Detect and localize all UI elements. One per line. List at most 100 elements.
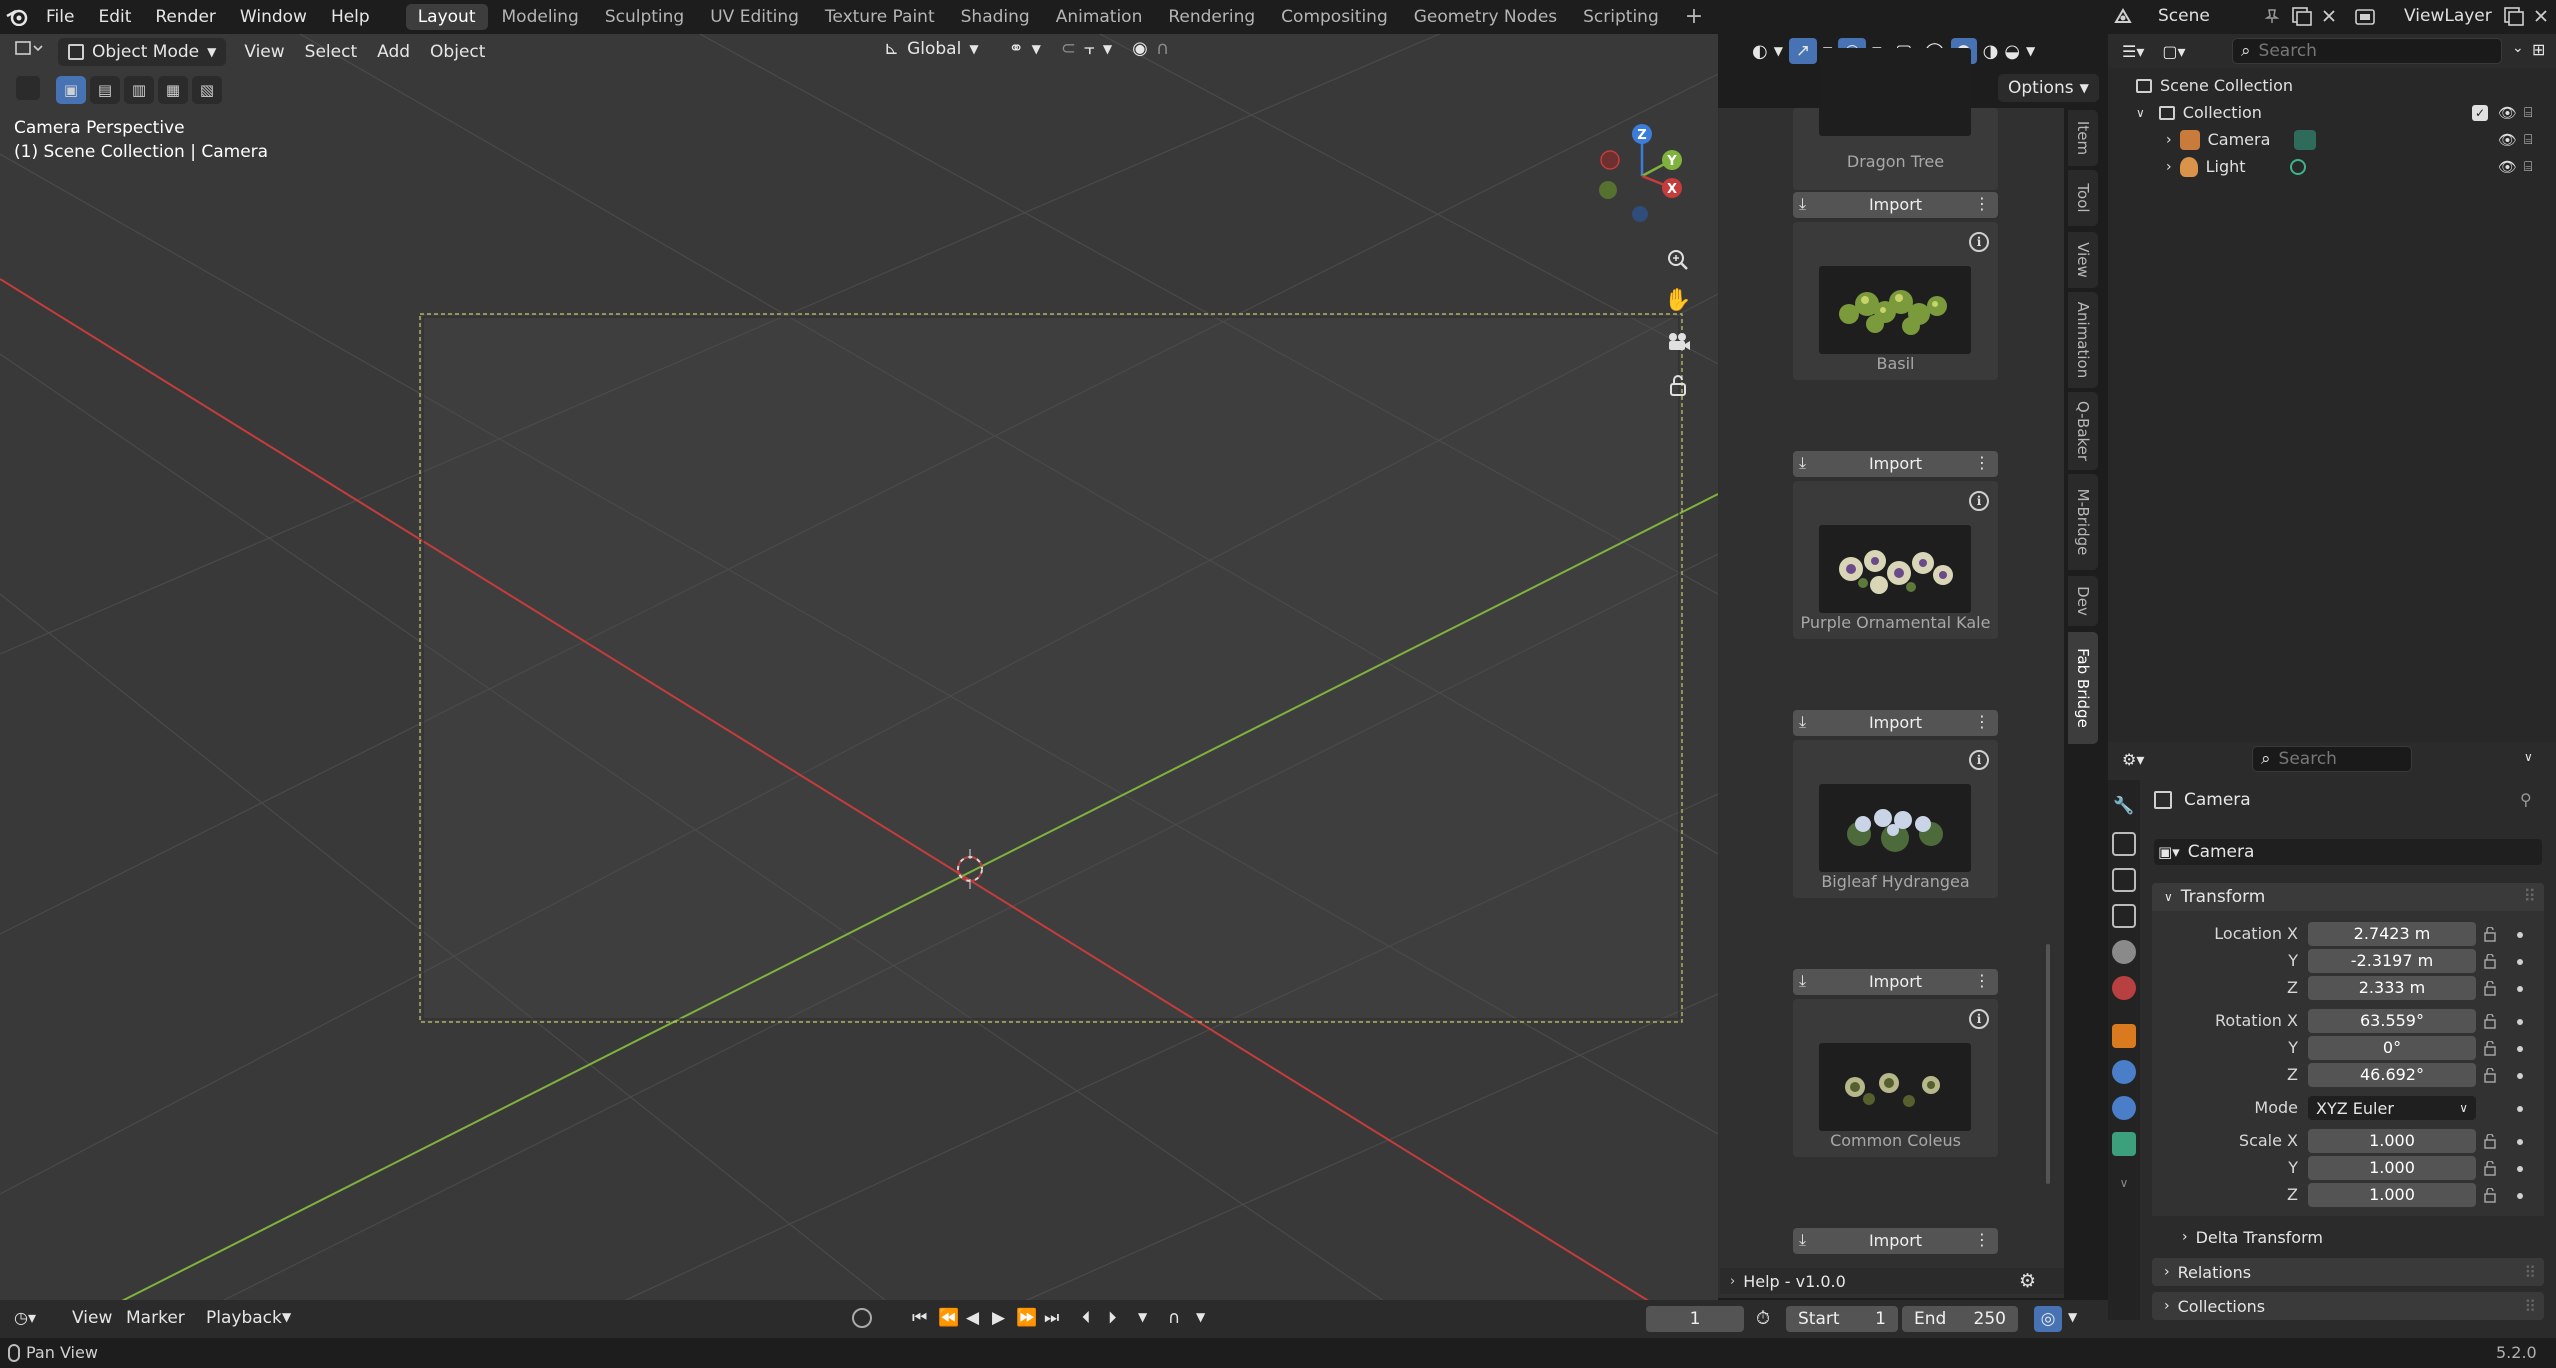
scale-y-field[interactable]: 1.000: [2308, 1156, 2476, 1180]
keyframe-dot-icon[interactable]: [2517, 932, 2523, 938]
tool-tab-icon[interactable]: 🔧: [2112, 796, 2136, 820]
view-menu[interactable]: View: [234, 38, 294, 66]
blender-logo-icon[interactable]: [0, 0, 34, 34]
visibility-icon[interactable]: ◐: [1752, 41, 1768, 62]
play-reverse-icon[interactable]: ◀: [966, 1308, 979, 1328]
outliner-row-scene-collection[interactable]: Scene Collection: [2108, 72, 2556, 99]
relations-panel-header[interactable]: › Relations ⠿: [2152, 1258, 2544, 1286]
clock-icon[interactable]: ⏱: [1756, 1308, 1770, 1329]
proportional-edit-icon[interactable]: ◉: [1132, 38, 1148, 59]
new-scene-icon[interactable]: [2290, 5, 2314, 27]
render-camera-icon[interactable]: ⌸: [2524, 105, 2532, 121]
more-options-icon[interactable]: ⋮: [1974, 971, 1990, 990]
info-icon[interactable]: i: [1969, 1009, 1989, 1029]
lock-icon[interactable]: [2484, 954, 2496, 969]
tab-compositing[interactable]: Compositing: [1269, 4, 1400, 30]
side-tab-q-baker[interactable]: Q-Baker: [2068, 392, 2098, 470]
exclude-checkbox-icon[interactable]: ✓: [2472, 104, 2488, 121]
lock-icon[interactable]: [2484, 1068, 2496, 1083]
jump-keyframe-forward-icon[interactable]: ⏩: [1016, 1308, 1037, 1328]
chevron-down-icon[interactable]: ∨: [2524, 750, 2533, 764]
scale-z-field[interactable]: 1.000: [2308, 1183, 2476, 1207]
pin-icon[interactable]: ⚲: [2520, 790, 2532, 809]
timeline-overlay-icon[interactable]: ◎: [2034, 1306, 2062, 1332]
next-frame-icon[interactable]: ⏵: [1108, 1308, 1117, 1328]
shading-rendered-icon[interactable]: ◒: [2004, 41, 2020, 62]
timeline-marker-menu[interactable]: Marker: [126, 1308, 185, 1328]
keyframe-dot-icon[interactable]: [2517, 1193, 2523, 1199]
location-y-field[interactable]: -2.3197 m: [2308, 949, 2476, 973]
navigation-gizmo[interactable]: Z Y X: [1592, 118, 1688, 228]
snap-target-icon[interactable]: ⫟: [1084, 38, 1095, 59]
asset-card-dragon-tree[interactable]: Dragon Tree: [1793, 48, 1998, 190]
info-icon[interactable]: i: [1969, 232, 1989, 252]
lock-icon[interactable]: [2484, 1188, 2496, 1203]
add-workspace-button[interactable]: +: [1673, 4, 1715, 30]
lock-icon[interactable]: [2484, 1014, 2496, 1029]
panel-scrollbar[interactable]: [2046, 944, 2050, 1184]
asset-card-bigleaf-hydrangea[interactable]: i Bigleaf Hydrangea: [1793, 740, 1998, 898]
lock-icon[interactable]: [2484, 1134, 2496, 1149]
outliner-row-light[interactable]: › Light 👁 ⌸: [2108, 153, 2556, 180]
output-tab-icon[interactable]: [2112, 868, 2136, 892]
lock-icon[interactable]: [2484, 981, 2496, 996]
import-button[interactable]: Import: [1793, 451, 1998, 477]
more-options-icon[interactable]: ⋮: [1974, 712, 1990, 731]
end-frame-field[interactable]: End 250: [1902, 1306, 2018, 1332]
keyframe-dot-icon[interactable]: [2517, 1106, 2523, 1112]
keyframe-dot-icon[interactable]: [2517, 986, 2523, 992]
tool-select-box-icon[interactable]: [16, 76, 40, 100]
jump-keyframe-back-icon[interactable]: ⏪: [938, 1308, 959, 1328]
lock-icon[interactable]: [2484, 1161, 2496, 1176]
rotation-z-field[interactable]: 46.692°: [2308, 1063, 2476, 1087]
side-tab-dev[interactable]: Dev: [2068, 576, 2098, 626]
tab-rendering[interactable]: Rendering: [1156, 4, 1267, 30]
tab-texture-paint[interactable]: Texture Paint: [813, 4, 947, 30]
new-view-layer-icon[interactable]: [2502, 5, 2526, 27]
shading-material-icon[interactable]: ◑: [1983, 41, 1999, 62]
outliner-row-collection[interactable]: ∨ Collection ✓ 👁 ⌸: [2108, 99, 2556, 126]
import-button[interactable]: Import: [1793, 1228, 1998, 1254]
drag-handle-icon[interactable]: ⠿: [2524, 1297, 2536, 1316]
tab-layout[interactable]: Layout: [405, 4, 488, 30]
location-z-field[interactable]: 2.333 m: [2308, 976, 2476, 1000]
display-mode-icon[interactable]: ▢▾: [2162, 42, 2185, 61]
object-menu[interactable]: Object: [420, 38, 495, 66]
render-tab-icon[interactable]: [2112, 832, 2136, 856]
object-mode-dropdown[interactable]: Object Mode ▼: [58, 38, 227, 66]
select-subtract-icon[interactable]: ▥: [124, 76, 154, 104]
keyframe-dot-icon[interactable]: [2517, 959, 2523, 965]
menu-edit[interactable]: Edit: [86, 0, 143, 34]
properties-search[interactable]: ⌕ Search: [2252, 746, 2412, 772]
jump-start-icon[interactable]: ⏮: [912, 1308, 927, 1328]
falloff-icon[interactable]: ∩: [1156, 38, 1169, 59]
menu-window[interactable]: Window: [228, 0, 319, 34]
select-intersect-icon[interactable]: ▧: [192, 76, 222, 104]
asset-card-basil[interactable]: i Basil: [1793, 222, 1998, 380]
pin-icon[interactable]: [2264, 8, 2280, 24]
info-icon[interactable]: i: [1969, 491, 1989, 511]
keyframe-dot-icon[interactable]: [2517, 1139, 2523, 1145]
current-frame-field[interactable]: 1: [1646, 1306, 1744, 1332]
gizmo-toggle-icon[interactable]: ↗: [1788, 38, 1817, 64]
asset-card-purple-ornamental-kale[interactable]: i Purple Ornamental Kale: [1793, 481, 1998, 639]
tab-sculpting[interactable]: Sculpting: [593, 4, 696, 30]
timeline-editor-type-icon[interactable]: ◷▾: [14, 1308, 36, 1327]
editor-type-icon[interactable]: [8, 38, 50, 66]
collections-panel-header[interactable]: › Collections ⠿: [2152, 1292, 2544, 1320]
tab-shading[interactable]: Shading: [949, 4, 1042, 30]
side-tab-view[interactable]: View: [2068, 232, 2098, 288]
menu-render[interactable]: Render: [143, 0, 228, 34]
zoom-icon[interactable]: [1664, 246, 1692, 274]
info-icon[interactable]: i: [1969, 750, 1989, 770]
lock-camera-icon[interactable]: [1664, 372, 1692, 400]
lock-icon[interactable]: [2484, 1041, 2496, 1056]
menu-file[interactable]: File: [34, 0, 86, 34]
new-collection-icon[interactable]: ⊞: [2532, 40, 2545, 59]
rotation-y-field[interactable]: 0°: [2308, 1036, 2476, 1060]
import-button[interactable]: Import: [1793, 969, 1998, 995]
datablock-browse-icon[interactable]: ▣▾: [2158, 843, 2180, 861]
render-camera-icon[interactable]: ⌸: [2524, 132, 2532, 148]
tab-scripting[interactable]: Scripting: [1571, 4, 1671, 30]
eye-icon[interactable]: 👁: [2498, 158, 2517, 176]
